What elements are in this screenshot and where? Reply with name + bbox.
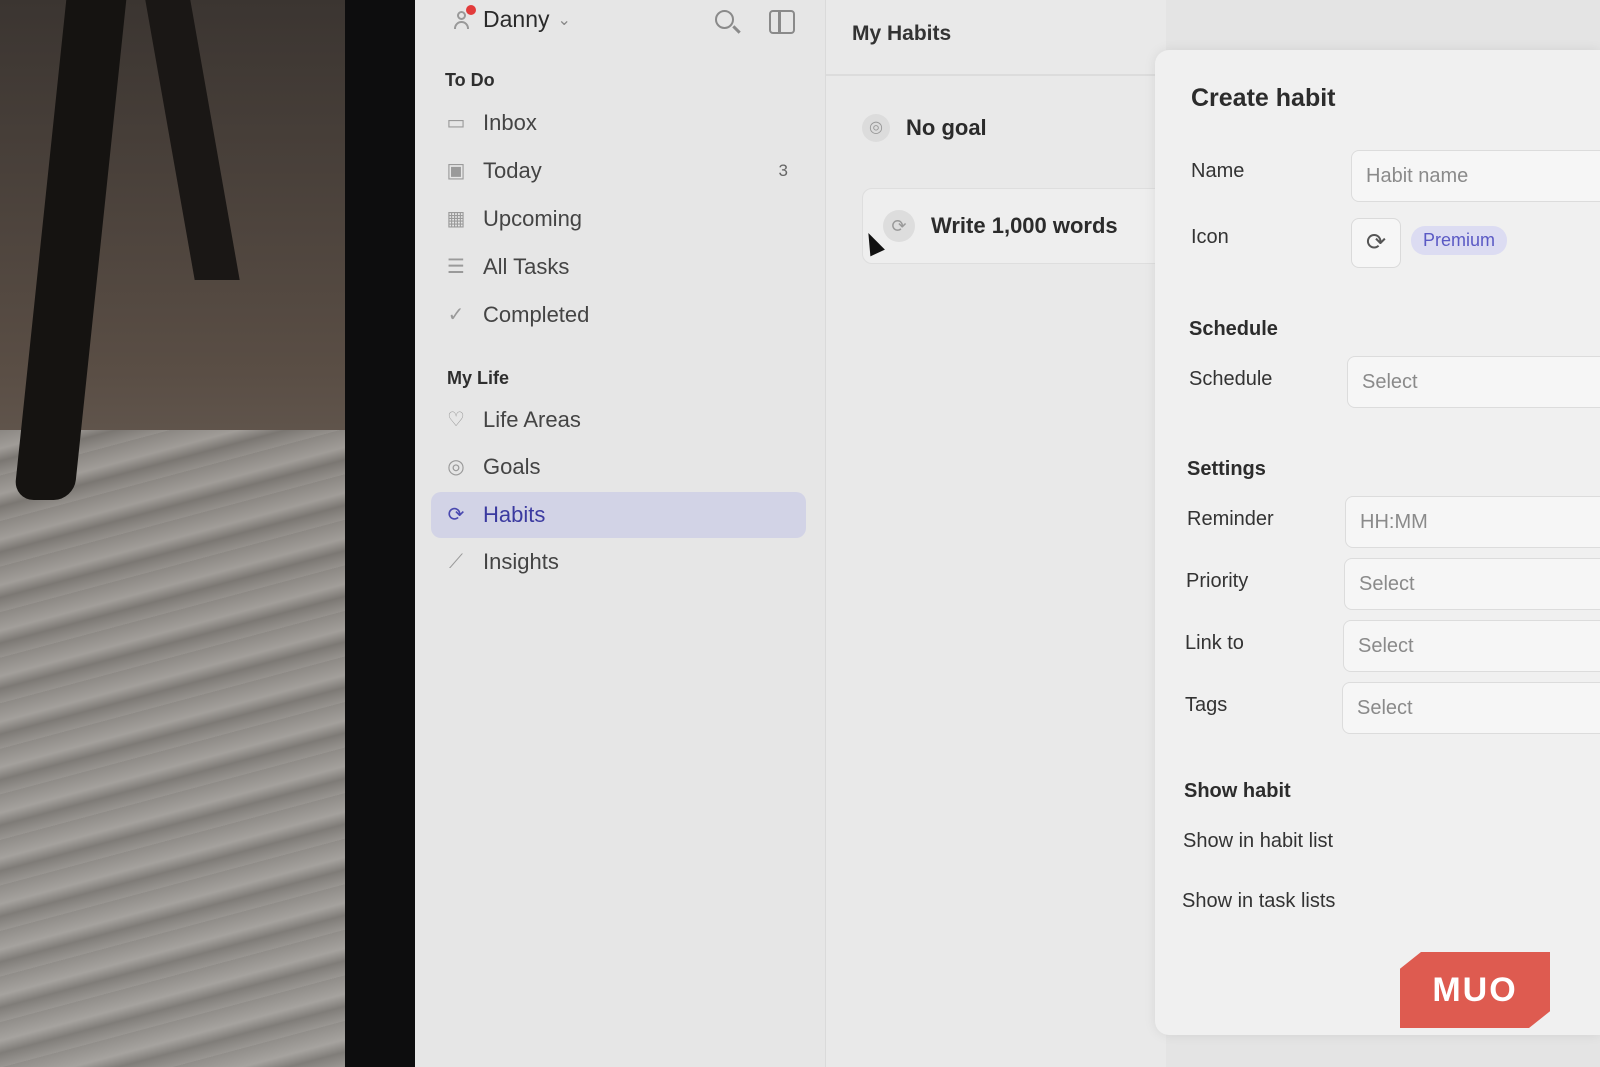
sidebar-item-label: Habits [483, 502, 546, 527]
schedule-section-title: Schedule [1189, 318, 1278, 340]
sidebar-item-inbox[interactable]: ▭ Inbox [431, 100, 806, 146]
section-title-todo: To Do [445, 70, 495, 90]
create-habit-panel: Create habit Name Habit name Icon ⟳ Prem… [1155, 50, 1600, 1035]
schedule-label: Schedule [1189, 368, 1273, 390]
premium-badge[interactable]: Premium [1411, 226, 1508, 255]
sidebar-item-upcoming[interactable]: ▦ Upcoming [431, 196, 806, 242]
user-name: Danny [483, 6, 550, 32]
sidebar-item-label: Today [483, 158, 542, 183]
repeat-icon: ⟳ [883, 210, 915, 242]
sidebar-item-label: All Tasks [483, 254, 570, 279]
show-in-habit-list-option[interactable]: Show in habit list [1183, 830, 1333, 853]
sidebar-item-today[interactable]: ▣ Today 3 [431, 148, 806, 194]
sidebar-item-label: Insights [483, 549, 559, 574]
reminder-input[interactable]: HH:MM [1345, 496, 1600, 548]
priority-label: Priority [1186, 570, 1249, 592]
habits-list-pane: My Habits ◎ No goal ⟳ Write 1,000 words [825, 0, 1166, 1067]
background-rug [0, 430, 360, 1067]
sidebar-item-label: Inbox [483, 110, 537, 135]
search-icon[interactable] [713, 8, 743, 38]
sidebar-item-all-tasks[interactable]: ☰ All Tasks [431, 244, 806, 290]
repeat-icon: ⟳ [1365, 229, 1387, 256]
icon-picker-button[interactable]: ⟳ [1351, 218, 1401, 268]
trend-icon: ⟋ [449, 551, 463, 573]
habit-name: Write 1,000 words [931, 213, 1118, 238]
heart-icon: ♡ [447, 409, 465, 431]
schedule-select[interactable]: Select [1347, 356, 1600, 408]
sidebar-toggle-icon[interactable] [767, 8, 797, 38]
divider [826, 74, 1166, 76]
sidebar-item-life-areas[interactable]: ♡ Life Areas [431, 397, 806, 443]
habit-name-input[interactable]: Habit name [1351, 150, 1600, 202]
repeat-icon: ⟳ [447, 504, 465, 526]
laptop-bezel [345, 0, 420, 1067]
target-icon: ◎ [447, 456, 465, 478]
app-screen: Danny ⌄ To Do ▭ Inbox ▣ Today 3 ▦ Upcomi… [415, 0, 1600, 1067]
settings-section-title: Settings [1187, 458, 1266, 480]
sidebar-item-insights[interactable]: ⟋ Insights [431, 539, 806, 585]
goal-group-header[interactable]: ◎ No goal [862, 114, 987, 142]
inbox-icon: ▭ [446, 112, 466, 134]
avatar-icon [453, 4, 476, 29]
sidebar: Danny ⌄ To Do ▭ Inbox ▣ Today 3 ▦ Upcomi… [415, 0, 840, 1067]
show-habit-section-title: Show habit [1184, 780, 1291, 802]
sidebar-item-completed[interactable]: ✓ Completed [431, 292, 806, 338]
sidebar-item-label: Goals [483, 454, 541, 479]
sidebar-item-habits[interactable]: ⟳ Habits [431, 492, 806, 538]
section-title-my-life: My Life [447, 368, 510, 388]
icon-label: Icon [1191, 226, 1229, 248]
calendar-icon: ▣ [446, 160, 466, 182]
show-in-task-lists-option[interactable]: Show in task lists [1182, 890, 1335, 913]
sidebar-item-goals[interactable]: ◎ Goals [431, 444, 806, 490]
goal-group-label: No goal [906, 115, 987, 140]
link-to-select[interactable]: Select [1343, 620, 1600, 672]
link-to-label: Link to [1185, 632, 1244, 654]
page-title: My Habits [852, 22, 952, 45]
name-label: Name [1191, 160, 1245, 182]
priority-select[interactable]: Select [1344, 558, 1600, 610]
reminder-label: Reminder [1187, 508, 1274, 530]
watermark-logo: MUO [1400, 952, 1550, 1028]
tags-select[interactable]: Select [1342, 682, 1600, 734]
sidebar-item-label: Upcoming [483, 206, 583, 231]
notification-dot [466, 4, 476, 15]
check-circle-icon: ✓ [447, 304, 465, 326]
tags-label: Tags [1185, 694, 1228, 716]
panel-title: Create habit [1191, 84, 1336, 112]
calendar-grid-icon: ▦ [446, 208, 466, 230]
chevron-down-icon: ⌄ [557, 11, 571, 29]
list-icon: ☰ [447, 256, 465, 278]
user-menu[interactable]: Danny ⌄ [453, 4, 571, 33]
habit-card[interactable]: ⟳ Write 1,000 words [862, 188, 1164, 264]
sidebar-item-label: Completed [483, 302, 590, 327]
target-icon: ◎ [862, 114, 890, 142]
sidebar-item-label: Life Areas [483, 407, 581, 432]
today-count: 3 [778, 161, 788, 180]
